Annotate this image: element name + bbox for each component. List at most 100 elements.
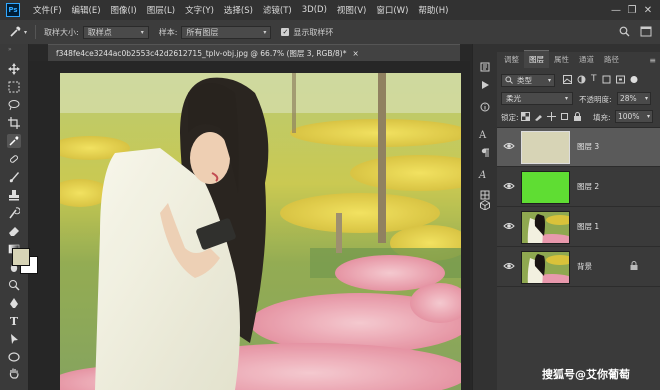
lasso-tool-icon[interactable]: [7, 98, 21, 112]
blend-mode-value: 柔光: [506, 94, 521, 103]
visibility-eye-icon[interactable]: [503, 261, 515, 271]
menu-filter[interactable]: 滤镜(T): [258, 4, 297, 16]
menu-window[interactable]: 窗口(W): [371, 4, 413, 16]
eyedropper-tool-icon[interactable]: [7, 134, 21, 148]
clone-stamp-icon[interactable]: [7, 188, 21, 202]
brush-tool-icon[interactable]: [7, 170, 21, 184]
paragraph-panel-icon[interactable]: [480, 148, 490, 161]
glyphs-panel-icon[interactable]: A: [479, 170, 486, 181]
workspace-icon[interactable]: [640, 26, 652, 39]
history-brush-icon[interactable]: [7, 206, 21, 220]
tab-layers[interactable]: 图层: [524, 50, 549, 68]
lock-transparent-icon[interactable]: [521, 112, 530, 124]
character-panel-icon[interactable]: A: [479, 130, 486, 141]
layer-name: 图层 1: [577, 222, 600, 231]
layer-thumbnail: [521, 171, 570, 204]
type-tool-icon[interactable]: T: [7, 314, 21, 328]
chevron-down-icon: ▾: [646, 113, 650, 120]
document-title: f348fe4ce3244ac0b2553c42d2612715_tplv-ob…: [56, 48, 347, 58]
collapse-icon[interactable]: »: [8, 46, 12, 53]
sample-size-label: 取样大小:: [44, 27, 79, 37]
close-tab-icon[interactable]: ×: [353, 49, 359, 58]
crop-tool-icon[interactable]: [7, 116, 21, 130]
lock-paint-icon[interactable]: [534, 112, 543, 124]
layer-row[interactable]: 图层 1: [497, 208, 660, 247]
search-icon: [505, 75, 513, 86]
show-sampling-ring-checkbox[interactable]: ✓: [281, 28, 290, 36]
search-icon[interactable]: [619, 26, 630, 39]
menu-image[interactable]: 图像(I): [106, 4, 142, 16]
menu-type[interactable]: 文字(Y): [180, 4, 219, 16]
filter-toggle-icon[interactable]: [630, 75, 638, 87]
layer-name: 图层 2: [577, 182, 600, 191]
menu-3d[interactable]: 3D(D): [297, 5, 332, 15]
sample-size-value: 取样点: [87, 27, 112, 37]
filter-adjustment-icon[interactable]: [577, 75, 586, 87]
tab-paths[interactable]: 路径: [599, 51, 624, 68]
hand-tool-icon[interactable]: [7, 366, 21, 380]
tab-adjustments[interactable]: 调整: [499, 51, 524, 68]
menu-bar: Ps 文件(F) 编辑(E) 图像(I) 图层(L) 文字(Y) 选择(S) 滤…: [0, 0, 660, 20]
visibility-eye-icon[interactable]: [503, 141, 515, 151]
tab-channels[interactable]: 通道: [574, 51, 599, 68]
chevron-down-icon: ▾: [564, 95, 568, 102]
fill-input[interactable]: 100% ▾: [615, 110, 653, 123]
layer-row[interactable]: 背景: [497, 248, 660, 287]
3d-panel-icon[interactable]: [480, 199, 490, 213]
layer-thumbnail: [521, 211, 570, 244]
foreground-color-swatch[interactable]: [12, 248, 30, 266]
ellipse-tool-icon[interactable]: [7, 350, 21, 364]
lock-move-icon[interactable]: [547, 112, 556, 124]
opacity-value: 28%: [620, 94, 637, 103]
minimize-button[interactable]: —: [608, 5, 624, 16]
menu-select[interactable]: 选择(S): [219, 4, 258, 16]
canvas-photo[interactable]: [60, 73, 461, 390]
eraser-tool-icon[interactable]: [7, 224, 21, 238]
move-tool-icon[interactable]: [7, 62, 21, 76]
show-sampling-ring-label: 显示取样环: [293, 27, 334, 37]
sample-select[interactable]: 所有图层 ▾: [181, 25, 272, 39]
visibility-eye-icon[interactable]: [503, 221, 515, 231]
swap-colors-icon[interactable]: [5, 338, 15, 348]
eyedropper-tool-preset-icon[interactable]: ▾: [8, 25, 27, 39]
filter-shape-icon[interactable]: [602, 75, 611, 87]
menu-edit[interactable]: 编辑(E): [67, 4, 106, 16]
collapsed-panels: A A: [472, 44, 498, 390]
opacity-input[interactable]: 28% ▾: [617, 92, 651, 105]
opacity-label: 不透明度:: [579, 95, 612, 104]
dodge-tool-icon[interactable]: [7, 278, 21, 292]
layer-name: 背景: [577, 262, 592, 271]
filter-pixel-icon[interactable]: [563, 75, 572, 87]
healing-brush-icon[interactable]: [7, 152, 21, 166]
layer-thumbnail: [521, 131, 570, 164]
history-icon[interactable]: [480, 62, 490, 75]
close-window-button[interactable]: ✕: [640, 5, 656, 16]
fill-value: 100%: [618, 112, 640, 121]
lock-all-icon[interactable]: [573, 112, 582, 124]
info-icon[interactable]: [480, 102, 490, 115]
blend-mode-select[interactable]: 柔光 ▾: [501, 92, 573, 105]
panel-menu-icon[interactable]: ≡: [649, 56, 656, 65]
layer-thumbnail: [521, 251, 570, 284]
pen-tool-icon[interactable]: [7, 296, 21, 310]
lock-artboard-icon[interactable]: [560, 112, 569, 124]
menu-file[interactable]: 文件(F): [28, 4, 67, 16]
sample-value: 所有图层: [186, 27, 219, 37]
tab-properties[interactable]: 属性: [549, 51, 574, 68]
filter-smart-object-icon[interactable]: [615, 75, 625, 87]
visibility-eye-icon[interactable]: [503, 181, 515, 191]
layer-row[interactable]: 图层 3: [497, 128, 660, 167]
sample-size-select[interactable]: 取样点 ▾: [82, 25, 149, 39]
menu-view[interactable]: 视图(V): [332, 4, 371, 16]
menu-layer[interactable]: 图层(L): [142, 4, 180, 16]
play-actions-icon[interactable]: [480, 80, 490, 93]
menu-help[interactable]: 帮助(H): [413, 4, 453, 16]
filter-type-icon[interactable]: T: [591, 75, 597, 87]
marquee-tool-icon[interactable]: [7, 80, 21, 94]
layer-filter-select[interactable]: 类型 ▾: [501, 74, 555, 87]
restore-button[interactable]: ❐: [624, 5, 640, 16]
document-tab[interactable]: f348fe4ce3244ac0b2553c42d2612715_tplv-ob…: [48, 44, 460, 61]
photoshop-logo: Ps: [6, 3, 20, 17]
layer-row[interactable]: 图层 2: [497, 168, 660, 207]
options-bar: ▾ 取样大小: 取样点 ▾ 样本: 所有图层 ▾ ✓ 显示取样环: [0, 20, 660, 45]
